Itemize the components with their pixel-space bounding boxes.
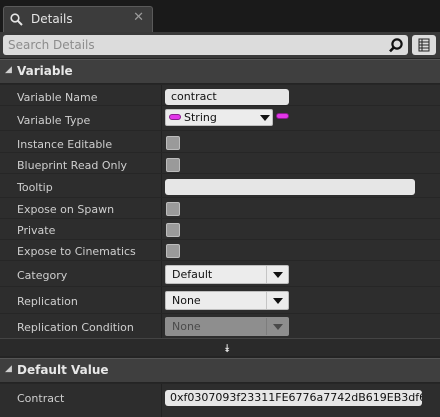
column-splitter[interactable] bbox=[161, 85, 162, 105]
row-expose-on-spawn: Expose on Spawn bbox=[0, 197, 440, 218]
tooltip-field[interactable] bbox=[165, 179, 415, 195]
search-icon[interactable] bbox=[388, 37, 404, 53]
row-variable-name: Variable Name contract bbox=[0, 84, 440, 105]
replication-condition-dropdown: None bbox=[165, 317, 289, 336]
category-value: Default bbox=[172, 268, 213, 281]
row-category: Category Default bbox=[0, 260, 440, 286]
container-type-icon[interactable] bbox=[276, 113, 289, 119]
column-splitter[interactable] bbox=[161, 240, 162, 260]
label-tooltip: Tooltip bbox=[17, 181, 53, 194]
variable-name-field[interactable]: contract bbox=[165, 89, 289, 105]
label-contract: Contract bbox=[17, 392, 65, 405]
category-variable[interactable]: ◢ Variable bbox=[0, 59, 440, 83]
label-category: Category bbox=[17, 269, 68, 282]
column-splitter[interactable] bbox=[161, 314, 162, 338]
label-variable-type: Variable Type bbox=[17, 114, 91, 127]
advanced-expander[interactable]: ⯯ bbox=[0, 338, 440, 356]
tab-details[interactable]: Details ✕ bbox=[3, 6, 153, 32]
view-options-button[interactable] bbox=[412, 35, 436, 55]
search-row: Search Details bbox=[0, 32, 440, 58]
tab-label: Details bbox=[31, 12, 73, 26]
chevron-down-icon bbox=[266, 266, 288, 283]
contract-value-field[interactable]: 0xf0307093f23311FE6776a7742dB619EB3df629… bbox=[165, 390, 422, 406]
replication-condition-value: None bbox=[172, 320, 201, 333]
variable-type-value: String bbox=[184, 111, 217, 124]
column-splitter[interactable] bbox=[161, 287, 162, 313]
label-blueprint-read-only: Blueprint Read Only bbox=[17, 159, 128, 172]
instance-editable-checkbox[interactable] bbox=[166, 136, 180, 150]
tab-bar: Details ✕ bbox=[0, 0, 440, 32]
chevron-down-icon bbox=[266, 292, 288, 309]
category-title: Variable bbox=[17, 64, 73, 78]
label-expose-on-spawn: Expose on Spawn bbox=[17, 203, 115, 216]
label-expose-to-cinematics: Expose to Cinematics bbox=[17, 245, 136, 258]
chevron-down-icon: ⯯ bbox=[224, 342, 231, 355]
column-splitter[interactable] bbox=[161, 174, 162, 197]
expose-on-spawn-checkbox[interactable] bbox=[166, 202, 180, 216]
expose-to-cinematics-checkbox[interactable] bbox=[166, 244, 180, 258]
replication-dropdown[interactable]: None bbox=[165, 291, 289, 310]
column-splitter[interactable] bbox=[161, 106, 162, 130]
row-tooltip: Tooltip bbox=[0, 173, 440, 197]
row-replication-condition: Replication Condition None bbox=[0, 313, 440, 338]
chevron-down-icon bbox=[260, 115, 270, 121]
row-instance-editable: Instance Editable bbox=[0, 130, 440, 152]
triangle-down-icon: ◢ bbox=[5, 65, 12, 75]
category-title: Default Value bbox=[17, 363, 109, 377]
label-instance-editable: Instance Editable bbox=[17, 138, 113, 151]
label-private: Private bbox=[17, 224, 56, 237]
search-placeholder: Search Details bbox=[8, 38, 95, 52]
replication-value: None bbox=[172, 294, 201, 307]
category-dropdown[interactable]: Default bbox=[165, 265, 289, 284]
chevron-down-icon bbox=[266, 318, 288, 335]
triangle-down-icon: ◢ bbox=[5, 364, 12, 374]
column-splitter[interactable] bbox=[161, 384, 162, 417]
close-icon[interactable]: ✕ bbox=[133, 10, 144, 25]
variable-type-dropdown[interactable]: String bbox=[165, 109, 273, 126]
column-splitter[interactable] bbox=[161, 131, 162, 152]
label-variable-name: Variable Name bbox=[17, 91, 98, 104]
row-replication: Replication None bbox=[0, 286, 440, 313]
blueprint-read-only-checkbox[interactable] bbox=[166, 158, 180, 172]
column-splitter[interactable] bbox=[161, 219, 162, 239]
row-expose-to-cinematics: Expose to Cinematics bbox=[0, 239, 440, 260]
details-magnifier-icon bbox=[10, 13, 23, 26]
label-replication: Replication bbox=[17, 295, 78, 308]
row-private: Private bbox=[0, 218, 440, 239]
view-options-grid-icon bbox=[418, 38, 430, 52]
row-contract: Contract 0xf0307093f23311FE6776a7742dB61… bbox=[0, 383, 440, 417]
row-blueprint-read-only: Blueprint Read Only bbox=[0, 152, 440, 173]
search-input[interactable]: Search Details bbox=[3, 35, 408, 55]
private-checkbox[interactable] bbox=[166, 223, 180, 237]
column-splitter[interactable] bbox=[161, 153, 162, 173]
category-default-value[interactable]: ◢ Default Value bbox=[0, 358, 440, 382]
label-replication-condition: Replication Condition bbox=[17, 321, 134, 334]
column-splitter[interactable] bbox=[161, 198, 162, 218]
column-splitter[interactable] bbox=[161, 261, 162, 286]
type-pill-icon bbox=[169, 114, 181, 120]
row-variable-type: Variable Type String bbox=[0, 105, 440, 130]
